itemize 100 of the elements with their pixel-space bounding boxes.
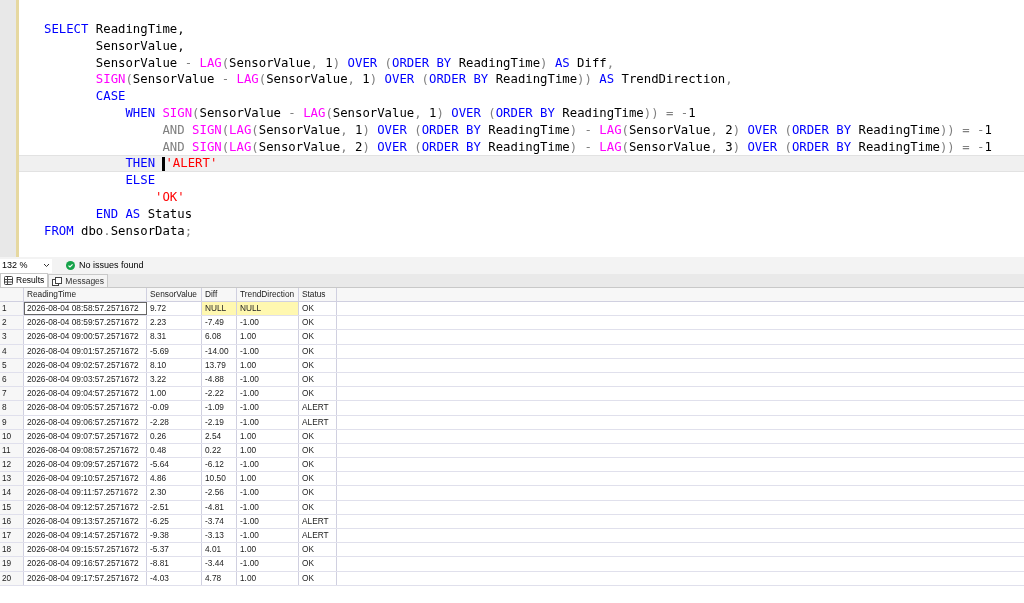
zoom-dropdown[interactable]: 132 %	[0, 258, 52, 273]
table-cell: -3.74	[202, 514, 237, 528]
table-cell: 0.26	[147, 429, 202, 443]
table-cell: 4.86	[147, 472, 202, 486]
table-cell: -1.09	[202, 401, 237, 415]
table-cell: -1.00	[237, 514, 299, 528]
table-cell: 2026-08-04 09:06:57.2571672	[24, 415, 147, 429]
table-cell: -1.00	[237, 557, 299, 571]
table-cell: -1.00	[237, 415, 299, 429]
column-header[interactable]: Diff	[202, 288, 237, 301]
code-line: SIGN(SensorValue - LAG(SensorValue, 1) OVER (ORDER BY ReadingTime)) AS TrendDirection,	[94, 72, 733, 87]
table-cell: -4.03	[147, 571, 202, 585]
code-line: FROM dbo.SensorData;	[44, 223, 193, 238]
table-cell: ALERT	[299, 401, 337, 415]
table-cell: 2.30	[147, 486, 202, 500]
table-cell: -2.56	[202, 486, 237, 500]
table-cell: 8.31	[147, 330, 202, 344]
table-cell: OK	[299, 472, 337, 486]
table-cell: 1.00	[237, 429, 299, 443]
table-cell: -4.81	[202, 500, 237, 514]
table-cell: 13.79	[202, 358, 237, 372]
table-cell: 2026-08-04 09:11:57.2571672	[24, 486, 147, 500]
table-cell: -14.00	[202, 344, 237, 358]
code-line: 'OK'	[154, 189, 185, 204]
table-cell: -8.81	[147, 557, 202, 571]
code-line: SELECT ReadingTime,	[44, 22, 185, 36]
table-cell: 1.00	[237, 472, 299, 486]
code-line: THEN 'ALERT'	[124, 156, 218, 171]
table-cell: 2026-08-04 09:15:57.2571672	[24, 543, 147, 557]
row-number: 1	[0, 302, 24, 316]
row-number: 13	[0, 472, 24, 486]
row-number: 14	[0, 486, 24, 500]
row-number: 18	[0, 543, 24, 557]
table-cell: -1.00	[237, 500, 299, 514]
table-cell: OK	[299, 429, 337, 443]
table-cell: OK	[299, 316, 337, 330]
code-line: AND SIGN(LAG(SensorValue, 2) OVER (ORDER BY ReadingTime) - LAG(SensorValue, 3) OVER (ORDER BY ReadingTime)) = -1	[161, 139, 992, 154]
table-cell: NULL	[202, 302, 237, 316]
table-cell: -7.49	[202, 316, 237, 330]
table-cell: -4.88	[202, 372, 237, 387]
table-cell: -6.25	[147, 514, 202, 528]
table-cell: 2026-08-04 09:00:57.2571672	[24, 330, 147, 344]
table-cell: 2026-08-04 09:05:57.2571672	[24, 401, 147, 415]
column-header[interactable]: ReadingTime	[24, 288, 147, 301]
row-number: 3	[0, 330, 24, 344]
check-circle-icon	[66, 261, 75, 270]
table-cell: ALERT	[299, 514, 337, 528]
table-cell: OK	[299, 486, 337, 500]
table-cell: 2026-08-04 08:58:57.2571672	[24, 302, 147, 316]
table-cell: OK	[299, 500, 337, 514]
table-cell: -1.00	[237, 486, 299, 500]
chevron-down-icon	[43, 263, 50, 268]
table-cell: 8.10	[147, 358, 202, 372]
result-tab[interactable]: Results	[0, 273, 49, 287]
table-cell: -5.69	[147, 344, 202, 358]
table-cell: OK	[299, 443, 337, 458]
column-header[interactable]: Status	[299, 288, 337, 301]
table-cell: -9.38	[147, 529, 202, 543]
row-number: 17	[0, 529, 24, 543]
table-cell: 2026-08-04 09:08:57.2571672	[24, 443, 147, 458]
table-cell: 4.01	[202, 543, 237, 557]
code-line: END AS Status	[94, 206, 193, 221]
table-cell: 2026-08-04 09:04:57.2571672	[24, 387, 147, 401]
table-cell: 1.00	[237, 543, 299, 557]
table-cell: -6.12	[202, 458, 237, 472]
code-line: WHEN SIGN(SensorValue - LAG(SensorValue, 1) OVER (ORDER BY ReadingTime)) = -1	[124, 106, 696, 120]
table-cell: -0.09	[147, 401, 202, 415]
status-message: No issues found	[79, 258, 144, 272]
table-cell: 2026-08-04 08:59:57.2571672	[24, 316, 147, 330]
table-cell: -1.00	[237, 387, 299, 401]
table-cell: 1.00	[237, 571, 299, 585]
table-cell: 2026-08-04 09:12:57.2571672	[24, 500, 147, 514]
table-cell: 0.48	[147, 443, 202, 458]
table-cell: 2026-08-04 09:10:57.2571672	[24, 472, 147, 486]
table-cell: 2026-08-04 09:14:57.2571672	[24, 529, 147, 543]
table-cell: -2.51	[147, 500, 202, 514]
table-cell: -3.44	[202, 557, 237, 571]
table-cell: -1.00	[237, 316, 299, 330]
table-cell: -1.00	[237, 401, 299, 415]
result-tab[interactable]: Messages	[48, 274, 109, 287]
table-cell: OK	[299, 330, 337, 344]
table-cell: OK	[299, 358, 337, 372]
table-cell: -5.37	[147, 543, 202, 557]
table-cell: -1.00	[237, 529, 299, 543]
table-cell: 1.00	[237, 443, 299, 458]
column-header[interactable]: SensorValue	[147, 288, 202, 301]
table-cell: 2026-08-04 09:16:57.2571672	[24, 557, 147, 571]
table-cell: OK	[299, 302, 337, 316]
table-cell: OK	[299, 458, 337, 472]
table-cell: NULL	[237, 302, 299, 316]
table-cell: -5.64	[147, 458, 202, 472]
table-cell: -1.00	[237, 372, 299, 387]
table-cell: -3.13	[202, 529, 237, 543]
table-cell: OK	[299, 543, 337, 557]
table-cell: -1.00	[237, 458, 299, 472]
code-line: AND SIGN(LAG(SensorValue, 1) OVER (ORDER BY ReadingTime) - LAG(SensorValue, 2) OVER (ORDER BY ReadingTime)) = -1	[161, 122, 992, 137]
table-cell: ALERT	[299, 529, 337, 543]
table-cell: 2026-08-04 09:02:57.2571672	[24, 358, 147, 372]
table-cell: 2.54	[202, 429, 237, 443]
column-header[interactable]: TrendDirection	[237, 288, 299, 301]
